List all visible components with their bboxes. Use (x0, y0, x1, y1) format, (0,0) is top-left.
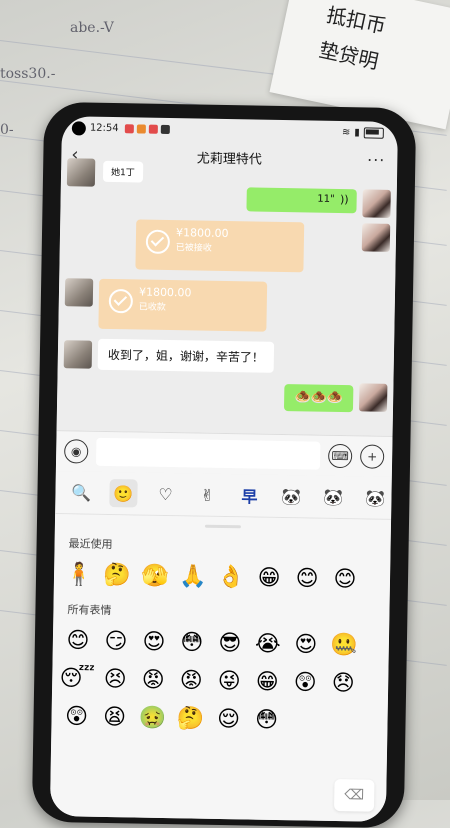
avatar[interactable] (64, 278, 94, 307)
emoji-button[interactable]: 🧍 (64, 559, 95, 590)
battery-icon (363, 126, 384, 139)
avatar[interactable] (362, 189, 391, 218)
sticker-tab[interactable]: 🐼 (277, 482, 305, 510)
emoji-button[interactable]: 😳 (251, 705, 282, 736)
notification-icon (160, 124, 170, 134)
signal-icon: ▮ (354, 126, 360, 138)
avatar[interactable] (358, 383, 388, 412)
emoji-panel: 最近使用 🧍 🤔 🫣 🙏 👌 😁 😊 😊 所有表情 😊 😏 😍 😳 😎 😭 � (49, 514, 392, 822)
voice-message-bubble[interactable]: 11" )) (246, 187, 357, 214)
emoji-button[interactable]: 😫 (99, 702, 130, 733)
transfer-amount: ¥1800.00 (138, 285, 192, 300)
emoji-button[interactable]: 🤐 (329, 630, 360, 661)
sticker-tab[interactable]: ✌ (193, 480, 221, 508)
message-bubble: 她1丁 (102, 160, 144, 183)
avatar[interactable] (66, 158, 96, 187)
emoji-button[interactable]: 😌 (213, 704, 244, 735)
voice-wave-icon: )) (339, 192, 349, 207)
emoji-button[interactable]: 😴 (59, 663, 95, 694)
camera-hole (71, 121, 86, 136)
emoji-button[interactable]: 🤢 (137, 703, 168, 734)
sticker-tab[interactable]: 🐼 (319, 483, 347, 511)
emoji-button[interactable]: 😡 (138, 665, 169, 696)
phone-screen: 12:54 ≋ ▮ ‹ 尤莉理特代 ··· 她1丁 11")) ¥1800.0… (49, 116, 399, 822)
notification-icons (124, 123, 170, 134)
emoji-button[interactable]: 🤔 (102, 560, 133, 591)
panel-handle[interactable] (204, 524, 241, 529)
transfer-amount: ¥1800.00 (175, 226, 229, 241)
search-icon[interactable]: 🔍 (67, 478, 95, 506)
background-scribble-1: abe.-V (70, 20, 114, 36)
emoji-button[interactable]: 😍 (139, 627, 170, 658)
recent-label: 最近使用 (68, 537, 113, 552)
sticker-tab[interactable]: 早 (235, 481, 263, 509)
emoji-button[interactable]: 😲 (61, 701, 92, 732)
plus-icon[interactable]: + (359, 444, 385, 469)
all-emoji-label: 所有表情 (67, 603, 112, 618)
emoji-button[interactable]: 😁 (254, 563, 285, 594)
message-bubble[interactable]: 🧆🧆🧆 (284, 384, 354, 413)
message-input[interactable] (95, 437, 321, 470)
message-bubble[interactable]: 收到了，姐，谢谢，辛苦了！ (97, 338, 275, 373)
chat-area[interactable]: 她1丁 11" )) ¥1800.00 已被接收 ¥1800.00 已收款 收到… (56, 158, 398, 436)
emoji-button[interactable]: 😎 (215, 628, 246, 659)
voice-duration: 11" (317, 193, 335, 205)
notification-icon (136, 123, 146, 134)
emoji-tab-bar: 🔍 🙂 ♡ ✌ 早 🐼 🐼 🐼 (55, 471, 392, 520)
emoji-button[interactable]: 😡 (176, 665, 207, 696)
voice-input-icon[interactable]: ◉ (64, 439, 89, 464)
transfer-card-received[interactable]: ¥1800.00 已收款 (98, 278, 268, 332)
transfer-status: 已被接收 (175, 243, 212, 254)
input-bar: ◉ ⌨ + (55, 430, 393, 477)
avatar[interactable] (63, 340, 93, 369)
notification-icon (124, 123, 134, 133)
sticker-tab[interactable]: 🐼 (361, 483, 389, 511)
emoji-button[interactable]: 😊 (292, 563, 323, 594)
emoji-button[interactable]: 😁 (252, 667, 283, 698)
wifi-icon: ≋ (341, 126, 351, 138)
ellipsis-icon[interactable]: ··· (367, 150, 386, 169)
favorites-tab[interactable]: ♡ (151, 480, 179, 508)
background-scribble-3: 0- (0, 122, 14, 138)
backspace-icon[interactable]: ⌫ (333, 778, 375, 812)
chat-title: 尤莉理特代 (196, 150, 262, 168)
notification-icon (148, 124, 158, 134)
emoji-button[interactable]: 🤔 (175, 703, 206, 734)
note-line-2: 垫贷明 (316, 37, 381, 74)
all-emoji-grid: 😊 😏 😍 😳 😎 😭 😍 🤐 😴 😣 😡 😡 😜 😁 😲 😞 😲 😫 🤢 🤔 … (59, 625, 379, 736)
emoji-button[interactable]: 😏 (101, 626, 132, 657)
avatar[interactable] (361, 223, 391, 252)
emoji-button[interactable]: 😊 (330, 564, 361, 595)
emoji-button[interactable]: 🙏 (178, 561, 209, 592)
emoji-button[interactable]: 😳 (177, 627, 208, 658)
status-time: 12:54 (89, 122, 119, 134)
phone-frame: 12:54 ≋ ▮ ‹ 尤莉理特代 ··· 她1丁 11")) ¥1800.0… (31, 101, 417, 828)
emoji-button[interactable]: 😣 (100, 664, 131, 695)
emoji-button[interactable]: 😍 (291, 629, 322, 660)
emoji-button[interactable]: 😞 (328, 668, 359, 699)
emoji-keyboard-icon[interactable]: ⌨ (327, 443, 353, 469)
emoji-button[interactable]: 😊 (63, 625, 94, 656)
emoji-button[interactable]: 🫣 (140, 561, 171, 592)
transfer-status: 已收款 (138, 302, 166, 313)
recent-emoji-grid: 🧍 🤔 🫣 🙏 👌 😁 😊 😊 (64, 559, 380, 595)
background-scribble-2: toss30.- (0, 66, 56, 82)
emoji-button[interactable]: 😲 (290, 667, 321, 698)
emoji-button[interactable]: 😜 (214, 666, 245, 697)
transfer-card-sent[interactable]: ¥1800.00 已被接收 (135, 219, 305, 273)
emoji-button[interactable]: 👌 (216, 562, 247, 593)
check-circle-icon (145, 229, 171, 255)
emoji-button[interactable]: 😭 (253, 629, 284, 660)
emoji-tab[interactable]: 🙂 (109, 479, 138, 508)
system-status: ≋ ▮ (342, 127, 384, 139)
note-line-1: 抵扣币 (324, 2, 389, 39)
check-circle-icon (108, 288, 134, 314)
